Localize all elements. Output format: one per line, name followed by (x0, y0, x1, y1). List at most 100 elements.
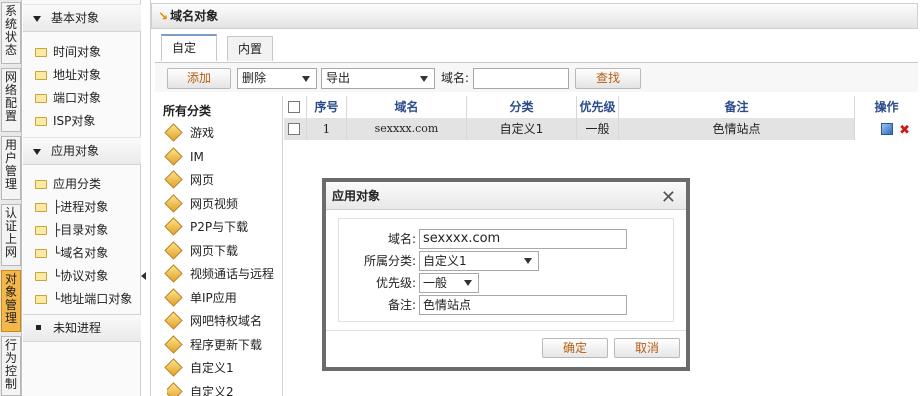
domain-input[interactable]: sexxxx.com (419, 229, 627, 249)
vtab-label: 行为控制 (5, 338, 18, 391)
vertical-tab-strip: 系统状态 网络配置 用户管理 认证上网 对象管理 行为控制 (0, 0, 22, 396)
delete-icon[interactable]: ✖ (899, 120, 910, 142)
folder-icon (35, 295, 47, 304)
delete-select[interactable]: 删除 (237, 68, 317, 89)
dialog-title: 应用对象 ✕ (326, 182, 686, 210)
domain-search-label: 域名: (441, 71, 470, 85)
category-item[interactable]: 网吧特权域名 (164, 310, 262, 332)
category-label: P2P与下载 (190, 220, 249, 234)
page-title-text: 域名对象 (170, 9, 219, 23)
tree-item-unknown-process[interactable]: 未知进程 (23, 314, 141, 342)
tree-item-label: 时间对象 (53, 45, 102, 59)
category-item[interactable]: 程序更新下载 (164, 334, 262, 356)
chevron-down-icon (420, 76, 428, 82)
category-item[interactable]: 视频通话与远程 (164, 263, 275, 285)
vtab-user-management[interactable]: 用户管理 (1, 136, 21, 200)
expand-triangle-icon (33, 148, 41, 155)
category-label: 游戏 (190, 126, 215, 140)
add-button[interactable]: 添加 (167, 68, 231, 89)
tree-item-port[interactable]: 端口对象 (35, 88, 101, 108)
col-category[interactable]: 分类 (466, 96, 576, 118)
tree-item-process[interactable]: ├进程对象 (35, 197, 108, 217)
tree-group-basic[interactable]: 基本对象 (23, 4, 141, 32)
bullet-icon (36, 325, 41, 330)
ok-button[interactable]: 确定 (542, 338, 608, 358)
tree-item-address[interactable]: 地址对象 (35, 65, 101, 85)
col-priority[interactable]: 优先级 (576, 96, 618, 118)
note-input[interactable]: 色情站点 (419, 295, 627, 315)
category-item[interactable]: 单IP应用 (164, 287, 237, 309)
folder-icon (35, 180, 47, 189)
category-diamond-icon (164, 194, 183, 213)
category-select[interactable]: 自定义1 (419, 251, 539, 271)
priority-select[interactable]: 一般 (419, 273, 479, 293)
tab-custom[interactable]: 自定义 (161, 34, 217, 79)
domain-search-input[interactable] (473, 68, 569, 89)
edit-icon[interactable] (881, 123, 894, 135)
dialog-footer: 确定 取消 (326, 330, 686, 367)
tree-item-address-port[interactable]: └地址端口对象 (35, 289, 132, 309)
export-select[interactable]: 导出 (321, 68, 435, 89)
vtab-auth-online[interactable]: 认证上网 (1, 204, 21, 266)
category-item[interactable]: 游戏 (164, 122, 215, 144)
category-label: 自定义1 (190, 361, 234, 375)
tree-item-app-category[interactable]: 应用分类 (35, 174, 101, 194)
cell-category: 自定义1 (466, 118, 576, 140)
note-label: 备注: (387, 298, 416, 312)
vtab-label: 认证上网 (5, 206, 18, 259)
add-button-label: 添加 (186, 71, 211, 85)
tree-item-label: ISP对象 (53, 114, 96, 128)
folder-icon (35, 117, 47, 126)
vtab-label: 对象管理 (5, 272, 18, 325)
search-button[interactable]: 查找 (575, 68, 641, 89)
table-row[interactable]: 1 sexxxx.com 自定义1 一般 色情站点 ✖ (284, 118, 918, 140)
category-select-value: 自定义1 (423, 254, 467, 268)
folder-icon (35, 226, 47, 235)
table-header-row: 序号 域名 分类 优先级 备注 操作 (284, 96, 918, 118)
tree-group-app[interactable]: 应用对象 (23, 137, 141, 165)
collapse-panel-icon[interactable] (141, 272, 146, 280)
tree-item-label: └地址端口对象 (53, 292, 133, 306)
category-item[interactable]: IM (164, 146, 204, 168)
vtab-object-management[interactable]: 对象管理 (1, 270, 21, 332)
category-label: 自定义2 (190, 385, 234, 396)
col-note[interactable]: 备注 (618, 96, 854, 118)
category-diamond-icon (164, 170, 183, 189)
category-item[interactable]: 自定义2 (167, 381, 234, 396)
tree-item-isp[interactable]: ISP对象 (35, 111, 95, 131)
category-item[interactable]: P2P与下载 (164, 216, 249, 238)
tree-item-directory[interactable]: ├目录对象 (35, 220, 108, 240)
cancel-button[interactable]: 取消 (614, 338, 680, 358)
category-panel: 所有分类 游戏 IM 网页 网页视频 P2P与下载 网页下载 视频通话与远程 单… (155, 96, 283, 396)
category-item[interactable]: 网页 (164, 169, 215, 191)
tree-item-protocol[interactable]: └协议对象 (35, 266, 108, 286)
vtab-system-status[interactable]: 系统状态 (1, 2, 21, 64)
close-icon[interactable]: ✕ (661, 184, 676, 212)
tree-group-label: 基本对象 (51, 11, 100, 25)
arrow-icon: ↘ (158, 9, 169, 23)
select-all-checkbox[interactable] (288, 101, 300, 113)
tree-item-domain[interactable]: └域名对象 (35, 243, 108, 263)
vtab-behavior-control[interactable]: 行为控制 (1, 336, 21, 396)
category-label: 网页 (190, 173, 215, 187)
vtab-network-config[interactable]: 网络配置 (1, 68, 21, 132)
category-label: 视频通话与远程 (190, 267, 275, 281)
row-checkbox[interactable] (288, 123, 300, 135)
category-item[interactable]: 网页视频 (164, 193, 238, 215)
folder-icon (35, 94, 47, 103)
col-domain[interactable]: 域名 (346, 96, 466, 118)
category-item[interactable]: 自定义1 (164, 357, 234, 379)
tree-item-label: 未知进程 (53, 321, 102, 335)
dialog-title-text: 应用对象 (332, 189, 381, 203)
app-object-dialog: 应用对象 ✕ 域名: sexxxx.com 所属分类: 自定义1 优先级: 一般… (322, 178, 690, 371)
col-seq[interactable]: 序号 (306, 96, 346, 118)
category-diamond-icon (164, 147, 183, 166)
category-item[interactable]: 网页下载 (164, 240, 238, 262)
search-button-label: 查找 (595, 71, 620, 85)
tab-builtin[interactable]: 内置 (227, 36, 273, 61)
vtab-label: 系统状态 (5, 4, 18, 57)
category-diamond-icon (164, 358, 183, 377)
tree-item-time[interactable]: 时间对象 (35, 42, 101, 62)
category-diamond-icon (164, 217, 183, 236)
page-title: ↘ 域名对象 (151, 3, 918, 29)
